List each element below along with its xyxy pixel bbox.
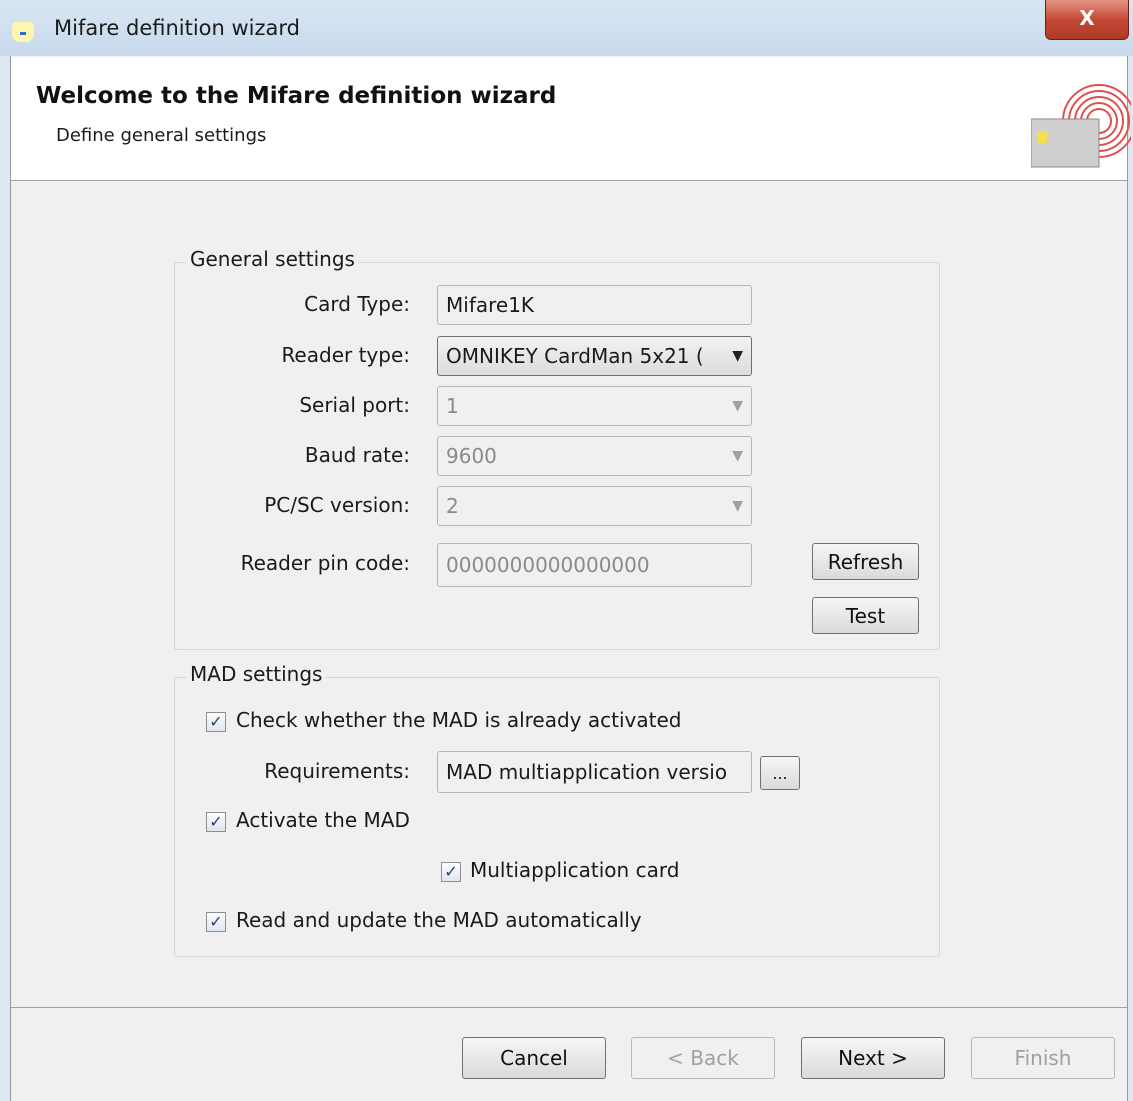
chevron-down-icon: ▼ <box>732 448 743 464</box>
requirements-field: MAD multiapplication versio <box>437 751 752 793</box>
multiapplication-checkbox[interactable]: ✓ <box>441 862 461 882</box>
finish-button[interactable]: Finish <box>971 1037 1115 1079</box>
general-settings-legend: General settings <box>186 247 359 271</box>
reader-type-value: OMNIKEY CardMan 5x21 ( <box>446 344 704 368</box>
title-bar: Mifare definition wizard X <box>0 0 1133 56</box>
check-activated-checkbox[interactable]: ✓ <box>206 712 226 732</box>
check-activated-label[interactable]: Check whether the MAD is already activat… <box>236 708 681 732</box>
multiapplication-label[interactable]: Multiapplication card <box>470 858 679 882</box>
window-frame-left <box>0 56 11 1101</box>
serial-port-label: Serial port: <box>299 393 410 417</box>
wizard-header: Welcome to the Mifare definition wizard … <box>11 57 1131 181</box>
activate-mad-checkbox[interactable]: ✓ <box>206 812 226 832</box>
reader-type-select[interactable]: OMNIKEY CardMan 5x21 ( ▼ <box>437 336 752 376</box>
browse-requirements-button[interactable]: ... <box>760 756 800 790</box>
rfid-card-icon <box>1031 84 1131 168</box>
back-button[interactable]: < Back <box>631 1037 775 1079</box>
reader-pin-label: Reader pin code: <box>240 551 410 575</box>
window-title: Mifare definition wizard <box>54 16 301 40</box>
next-button[interactable]: Next > <box>801 1037 945 1079</box>
pcsc-version-label: PC/SC version: <box>264 493 410 517</box>
requirements-label: Requirements: <box>264 759 410 783</box>
footer-divider <box>11 1007 1127 1008</box>
wizard-subtitle: Define general settings <box>56 125 267 146</box>
pcsc-version-select[interactable]: 2 ▼ <box>437 486 752 526</box>
chevron-down-icon: ▼ <box>732 398 743 414</box>
reader-pin-input[interactable]: 0000000000000000 <box>437 543 752 587</box>
baud-rate-label: Baud rate: <box>304 443 410 467</box>
baud-rate-select[interactable]: 9600 ▼ <box>437 436 752 476</box>
card-type-field: Mifare1K <box>437 285 752 325</box>
read-update-checkbox[interactable]: ✓ <box>206 912 226 932</box>
reader-type-label: Reader type: <box>281 343 410 367</box>
window-frame-right <box>1127 56 1133 1101</box>
mad-settings-legend: MAD settings <box>186 662 327 686</box>
close-button[interactable]: X <box>1045 0 1129 40</box>
activate-mad-label[interactable]: Activate the MAD <box>236 808 410 832</box>
chevron-down-icon: ▼ <box>732 348 743 364</box>
read-update-label[interactable]: Read and update the MAD automatically <box>236 908 642 932</box>
cancel-button[interactable]: Cancel <box>462 1037 606 1079</box>
app-icon <box>12 22 34 42</box>
test-button[interactable]: Test <box>812 597 919 634</box>
baud-rate-value: 9600 <box>446 444 497 468</box>
card-type-label: Card Type: <box>304 292 410 316</box>
serial-port-value: 1 <box>446 394 459 418</box>
chevron-down-icon: ▼ <box>732 498 743 514</box>
serial-port-select[interactable]: 1 ▼ <box>437 386 752 426</box>
refresh-button[interactable]: Refresh <box>812 543 919 580</box>
wizard-title: Welcome to the Mifare definition wizard <box>36 83 557 109</box>
pcsc-version-value: 2 <box>446 494 459 518</box>
